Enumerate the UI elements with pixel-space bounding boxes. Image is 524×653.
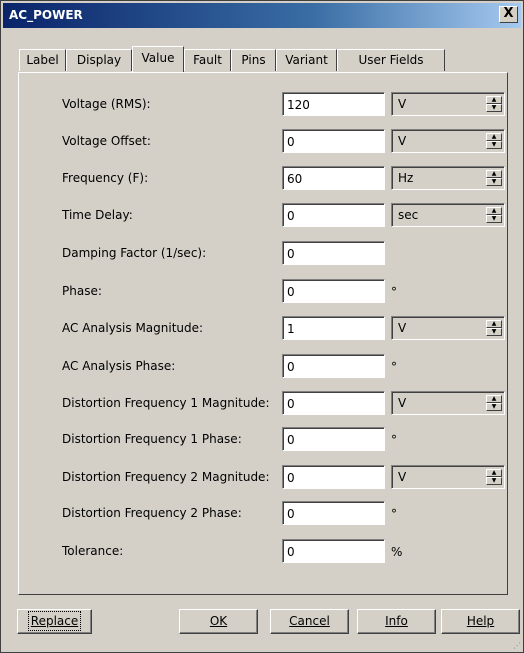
help-button[interactable]: Help xyxy=(441,609,520,634)
frequency-input[interactable]: 60 xyxy=(282,166,385,190)
param-row-frequency: Frequency (F): 60 Hz ▲ ▼ xyxy=(19,166,507,192)
voltage-offset-unit-spinner[interactable]: V ▲ ▼ xyxy=(391,129,505,153)
voltage-offset-label: Voltage Offset: xyxy=(62,134,151,148)
time-delay-input[interactable]: 0 xyxy=(282,203,385,227)
time-delay-label: Time Delay: xyxy=(62,208,133,222)
frequency-unit-spinner[interactable]: Hz ▲ ▼ xyxy=(391,166,505,190)
spin-up-icon[interactable]: ▲ xyxy=(486,320,502,328)
phase-unit: ° xyxy=(391,285,397,299)
tab-label[interactable]: Label xyxy=(19,49,66,71)
window-title: AC_POWER xyxy=(9,8,83,22)
distortion-2-magnitude-spin[interactable]: ▲ ▼ xyxy=(486,469,502,485)
replace-button[interactable]: Replace xyxy=(17,609,92,634)
phase-input[interactable]: 0 xyxy=(282,279,385,303)
tab-pins[interactable]: Pins xyxy=(231,49,276,71)
distortion-1-magnitude-input[interactable]: 0 xyxy=(282,391,385,415)
title-bar[interactable]: AC_POWER X xyxy=(3,3,521,28)
cancel-button[interactable]: Cancel xyxy=(270,609,349,634)
distortion-2-phase-label: Distortion Frequency 2 Phase: xyxy=(62,506,242,520)
voltage-rms-unit-spinner[interactable]: V ▲ ▼ xyxy=(391,92,505,116)
tab-display[interactable]: Display xyxy=(66,49,132,71)
spin-down-icon[interactable]: ▼ xyxy=(486,178,502,186)
frequency-spin[interactable]: ▲ ▼ xyxy=(486,170,502,186)
param-row-voltage-offset: Voltage Offset: 0 V ▲ ▼ xyxy=(19,129,507,155)
info-button[interactable]: Info xyxy=(357,609,436,634)
param-row-tolerance: Tolerance: 0 % xyxy=(19,539,507,565)
distortion-2-magnitude-unit: V xyxy=(398,470,407,484)
spin-down-icon[interactable]: ▼ xyxy=(486,328,502,336)
tolerance-label: Tolerance: xyxy=(62,544,124,558)
param-row-ac-analysis-phase: AC Analysis Phase: 0 ° xyxy=(19,354,507,380)
param-row-distortion-1-phase: Distortion Frequency 1 Phase: 0 ° xyxy=(19,427,507,453)
properties-dialog: AC_POWER X Label Display Value Fault Pin… xyxy=(0,0,524,653)
param-row-voltage-rms: Voltage (RMS): 120 V ▲ ▼ xyxy=(19,92,507,118)
value-tab-panel: Voltage (RMS): 120 V ▲ ▼ Voltage Offset:… xyxy=(18,72,508,595)
distortion-2-magnitude-label: Distortion Frequency 2 Magnitude: xyxy=(62,470,270,484)
voltage-rms-label: Voltage (RMS): xyxy=(62,97,151,111)
distortion-2-phase-input[interactable]: 0 xyxy=(282,501,385,525)
ac-analysis-magnitude-unit: V xyxy=(398,321,407,335)
ok-button[interactable]: OK xyxy=(179,609,258,634)
distortion-2-magnitude-unit-spinner[interactable]: V ▲ ▼ xyxy=(391,465,505,489)
ac-analysis-phase-input[interactable]: 0 xyxy=(282,354,385,378)
resize-grip-icon[interactable]: ⋰ xyxy=(513,641,521,650)
tab-value[interactable]: Value xyxy=(132,46,184,72)
voltage-offset-unit: V xyxy=(398,134,407,148)
ac-analysis-magnitude-spin[interactable]: ▲ ▼ xyxy=(486,320,502,336)
tolerance-unit: % xyxy=(391,545,403,559)
ac-analysis-phase-unit: ° xyxy=(391,360,397,374)
tolerance-input[interactable]: 0 xyxy=(282,539,385,563)
tab-user-fields[interactable]: User Fields xyxy=(337,49,445,71)
distortion-1-magnitude-unit: V xyxy=(398,396,407,410)
voltage-rms-spin[interactable]: ▲ ▼ xyxy=(486,96,502,112)
time-delay-unit: sec xyxy=(398,208,419,222)
distortion-1-phase-label: Distortion Frequency 1 Phase: xyxy=(62,432,242,446)
ac-analysis-magnitude-label: AC Analysis Magnitude: xyxy=(62,321,204,335)
spin-down-icon[interactable]: ▼ xyxy=(486,141,502,149)
spin-up-icon[interactable]: ▲ xyxy=(486,133,502,141)
tab-variant[interactable]: Variant xyxy=(276,49,337,71)
spin-down-icon[interactable]: ▼ xyxy=(486,215,502,223)
ac-analysis-phase-label: AC Analysis Phase: xyxy=(62,359,176,373)
spin-up-icon[interactable]: ▲ xyxy=(486,170,502,178)
time-delay-unit-spinner[interactable]: sec ▲ ▼ xyxy=(391,203,505,227)
tab-fault[interactable]: Fault xyxy=(184,49,231,71)
param-row-ac-analysis-magnitude: AC Analysis Magnitude: 1 V ▲ ▼ xyxy=(19,316,507,342)
voltage-rms-input[interactable]: 120 xyxy=(282,92,385,116)
time-delay-spin[interactable]: ▲ ▼ xyxy=(486,207,502,223)
param-row-phase: Phase: 0 ° xyxy=(19,279,507,305)
param-row-time-delay: Time Delay: 0 sec ▲ ▼ xyxy=(19,203,507,229)
damping-factor-input[interactable]: 0 xyxy=(282,241,385,265)
distortion-1-magnitude-label: Distortion Frequency 1 Magnitude: xyxy=(62,396,270,410)
voltage-offset-spin[interactable]: ▲ ▼ xyxy=(486,133,502,149)
voltage-offset-input[interactable]: 0 xyxy=(282,129,385,153)
distortion-1-phase-unit: ° xyxy=(391,433,397,447)
distortion-2-magnitude-input[interactable]: 0 xyxy=(282,465,385,489)
distortion-1-magnitude-unit-spinner[interactable]: V ▲ ▼ xyxy=(391,391,505,415)
spin-up-icon[interactable]: ▲ xyxy=(486,395,502,403)
param-row-distortion-1-magnitude: Distortion Frequency 1 Magnitude: 0 V ▲ … xyxy=(19,391,507,417)
param-row-distortion-2-magnitude: Distortion Frequency 2 Magnitude: 0 V ▲ … xyxy=(19,465,507,491)
ac-analysis-magnitude-input[interactable]: 1 xyxy=(282,316,385,340)
phase-label: Phase: xyxy=(62,284,102,298)
voltage-rms-unit: V xyxy=(398,97,407,111)
spin-up-icon[interactable]: ▲ xyxy=(486,207,502,215)
param-row-distortion-2-phase: Distortion Frequency 2 Phase: 0 ° xyxy=(19,501,507,527)
distortion-1-phase-input[interactable]: 0 xyxy=(282,427,385,451)
spin-up-icon[interactable]: ▲ xyxy=(486,96,502,104)
frequency-unit: Hz xyxy=(398,171,414,185)
distortion-1-magnitude-spin[interactable]: ▲ ▼ xyxy=(486,395,502,411)
replace-button-label: Replace xyxy=(27,611,82,631)
spin-down-icon[interactable]: ▼ xyxy=(486,403,502,411)
spin-down-icon[interactable]: ▼ xyxy=(486,477,502,485)
spin-down-icon[interactable]: ▼ xyxy=(486,104,502,112)
close-button[interactable]: X xyxy=(499,6,518,23)
param-row-damping-factor: Damping Factor (1/sec): 0 xyxy=(19,241,507,267)
damping-factor-label: Damping Factor (1/sec): xyxy=(62,246,207,260)
ac-analysis-magnitude-unit-spinner[interactable]: V ▲ ▼ xyxy=(391,316,505,340)
spin-up-icon[interactable]: ▲ xyxy=(486,469,502,477)
frequency-label: Frequency (F): xyxy=(62,171,149,185)
distortion-2-phase-unit: ° xyxy=(391,507,397,521)
